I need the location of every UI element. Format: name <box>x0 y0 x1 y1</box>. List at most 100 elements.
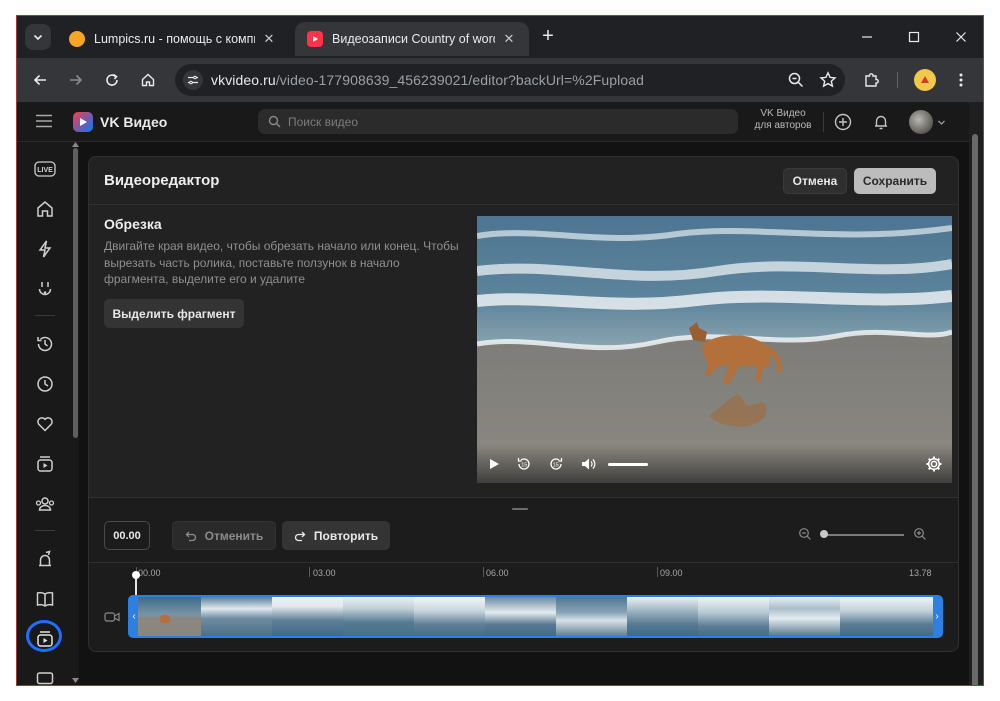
highlight-ring <box>26 620 62 652</box>
ruler-tick <box>309 567 310 577</box>
add-video-button[interactable] <box>833 112 853 132</box>
bookmark-star-icon[interactable] <box>819 71 837 94</box>
redo-button[interactable]: Повторить <box>282 521 390 550</box>
for-authors-link[interactable]: VK Видео для авторов <box>751 108 815 132</box>
volume-slider[interactable] <box>608 463 648 466</box>
select-fragment-button[interactable]: Выделить фрагмент <box>104 299 244 328</box>
main-content: Видеоредактор Отмена Сохранить Обрезка Д… <box>79 142 969 685</box>
tab-lumpics[interactable]: Lumpics.ru - помощь с компьютером ✕ <box>57 22 289 56</box>
url-bar[interactable]: vkvideo.ru/video-177908639_456239021/edi… <box>175 64 845 96</box>
close-window-button[interactable] <box>941 24 981 50</box>
player-controls: 15 15 <box>477 445 952 483</box>
url-host: vkvideo.ru <box>211 72 276 88</box>
trim-handle-right[interactable]: › <box>933 597 941 636</box>
forward-button[interactable] <box>63 67 89 93</box>
save-button[interactable]: Сохранить <box>854 168 936 194</box>
community-icon[interactable] <box>31 490 59 518</box>
cancel-button[interactable]: Отмена <box>783 168 847 194</box>
browser-menu-button[interactable] <box>948 67 974 93</box>
video-player[interactable]: 15 15 <box>477 216 952 483</box>
live-icon[interactable]: LIVE <box>31 155 59 183</box>
video-editor-panel: Видеоредактор Отмена Сохранить Обрезка Д… <box>88 156 959 652</box>
chevron-down-icon[interactable] <box>937 118 946 127</box>
user-avatar[interactable] <box>909 110 933 134</box>
sidebar-scrollbar[interactable] <box>73 148 78 438</box>
resize-grip[interactable] <box>512 508 528 510</box>
bell-icon <box>875 115 887 130</box>
search-icon <box>268 115 281 128</box>
minimize-button[interactable] <box>847 24 887 50</box>
vk-header: VK Видео VK Видео для авторов <box>17 102 969 142</box>
forward-15-icon[interactable]: 15 <box>547 455 565 473</box>
thumbnail-frame <box>201 597 272 636</box>
subscriptions-icon[interactable] <box>31 450 59 478</box>
minimize-icon <box>862 36 872 38</box>
scroll-down-icon[interactable] <box>72 678 79 683</box>
header-divider <box>823 112 824 132</box>
close-icon[interactable]: ✕ <box>261 31 277 47</box>
tv-icon[interactable] <box>31 665 59 685</box>
trim-handle-left[interactable]: ‹ <box>130 597 138 636</box>
my-videos-icon[interactable] <box>26 620 62 653</box>
history-icon[interactable] <box>31 330 59 358</box>
tab-search-button[interactable] <box>25 24 51 50</box>
playhead-handle[interactable] <box>132 571 140 579</box>
rewind-15-icon[interactable]: 15 <box>515 455 533 473</box>
thumbnail-frame <box>272 597 343 636</box>
lightning-icon[interactable] <box>31 235 59 263</box>
tab-title: Lumpics.ru - помощь с компьютером <box>94 32 255 46</box>
toolbar-divider <box>897 72 898 88</box>
heart-icon[interactable] <box>31 410 59 438</box>
vk-video-logo[interactable]: VK Видео <box>73 112 167 132</box>
zoom-icon[interactable] <box>787 71 805 94</box>
thumbnail-frame <box>485 597 556 636</box>
page-scrollbar[interactable] <box>970 126 979 685</box>
upload-icon[interactable] <box>31 545 59 573</box>
zoom-out-icon[interactable] <box>798 527 812 546</box>
home-icon[interactable] <box>31 195 59 223</box>
video-track-strip[interactable]: ‹ › <box>128 595 943 638</box>
shorts-icon[interactable] <box>31 275 59 303</box>
search-input[interactable] <box>288 114 688 129</box>
site-info-icon[interactable] <box>183 70 203 90</box>
extensions-button[interactable] <box>859 67 885 93</box>
tab-bar: Lumpics.ru - помощь с компьютером ✕ Виде… <box>17 16 983 58</box>
watch-later-icon[interactable] <box>31 370 59 398</box>
profile-button[interactable] <box>912 67 938 93</box>
browser-window: Lumpics.ru - помощь с компьютером ✕ Виде… <box>16 15 984 686</box>
close-icon[interactable]: ✕ <box>501 31 517 47</box>
home-icon <box>141 73 155 87</box>
url-text: vkvideo.ru/video-177908639_456239021/edi… <box>211 72 644 88</box>
more-vert-icon <box>959 73 963 87</box>
notifications-button[interactable] <box>871 112 891 132</box>
sidebar-divider <box>35 530 55 531</box>
undo-label: Отменить <box>204 528 264 543</box>
new-tab-button[interactable]: + <box>537 26 559 48</box>
thumbnail-frame <box>343 597 414 636</box>
arrow-left-icon <box>33 74 46 86</box>
thumbnail-frame <box>769 597 840 636</box>
maximize-button[interactable] <box>894 24 934 50</box>
scroll-up-icon[interactable] <box>72 142 79 147</box>
book-icon[interactable] <box>31 585 59 613</box>
volume-icon[interactable] <box>579 455 597 473</box>
zoom-slider-track[interactable] <box>824 534 904 536</box>
tab-vk-video[interactable]: Видеозаписи Country of words ✕ <box>295 22 529 56</box>
menu-icon[interactable] <box>35 114 53 128</box>
ruler-label: 09.00 <box>660 568 683 578</box>
svg-text:LIVE: LIVE <box>37 167 53 174</box>
zoom-in-icon[interactable] <box>913 527 927 546</box>
play-icon[interactable] <box>485 455 503 473</box>
address-bar: vkvideo.ru/video-177908639_456239021/edi… <box>17 58 983 102</box>
home-button[interactable] <box>135 67 161 93</box>
video-camera-icon <box>104 610 120 628</box>
chevron-down-icon <box>33 34 43 41</box>
zoom-slider-knob[interactable] <box>820 530 828 538</box>
settings-gear-icon[interactable] <box>925 455 943 473</box>
back-button[interactable] <box>27 67 53 93</box>
search-box[interactable] <box>258 109 738 134</box>
tab-title: Видеозаписи Country of words <box>332 32 495 46</box>
reload-button[interactable] <box>99 67 125 93</box>
page-scrollbar-thumb[interactable] <box>972 134 978 685</box>
undo-button[interactable]: Отменить <box>172 521 276 550</box>
